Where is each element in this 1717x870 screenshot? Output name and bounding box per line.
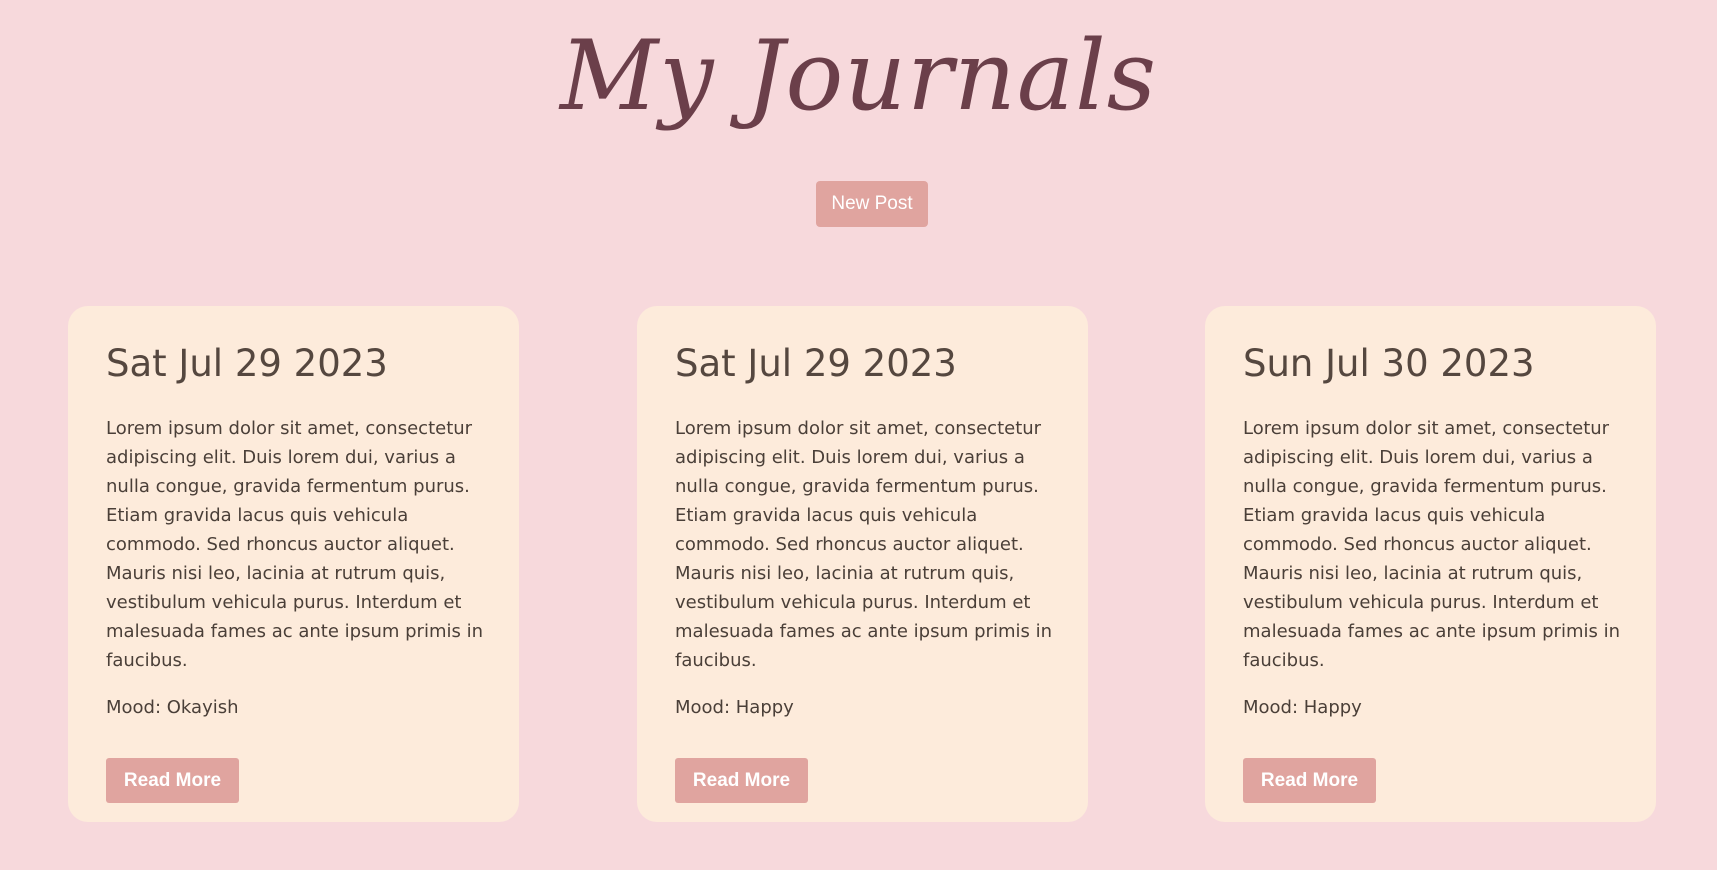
new-post-button[interactable]: New Post [816, 181, 928, 227]
journal-card: Sun Jul 30 2023 Lorem ipsum dolor sit am… [1205, 306, 1656, 822]
card-body: Lorem ipsum dolor sit amet, consectetur … [106, 418, 483, 671]
page-title: My Journals [559, 20, 1158, 132]
read-more-button[interactable]: Read More [1243, 758, 1376, 803]
journal-card: Sat Jul 29 2023 Lorem ipsum dolor sit am… [637, 306, 1088, 822]
card-mood: Mood: Okayish [106, 697, 239, 718]
card-body: Lorem ipsum dolor sit amet, consectetur … [1243, 418, 1620, 671]
journal-card-list: Sat Jul 29 2023 Lorem ipsum dolor sit am… [68, 306, 1656, 822]
read-more-button[interactable]: Read More [106, 758, 239, 803]
card-mood: Mood: Happy [1243, 697, 1362, 718]
card-body: Lorem ipsum dolor sit amet, consectetur … [675, 418, 1052, 671]
read-more-button[interactable]: Read More [675, 758, 808, 803]
journal-card: Sat Jul 29 2023 Lorem ipsum dolor sit am… [68, 306, 519, 822]
card-date: Sat Jul 29 2023 [675, 342, 957, 385]
card-date: Sat Jul 29 2023 [106, 342, 388, 385]
card-mood: Mood: Happy [675, 697, 794, 718]
card-date: Sun Jul 30 2023 [1243, 342, 1535, 385]
